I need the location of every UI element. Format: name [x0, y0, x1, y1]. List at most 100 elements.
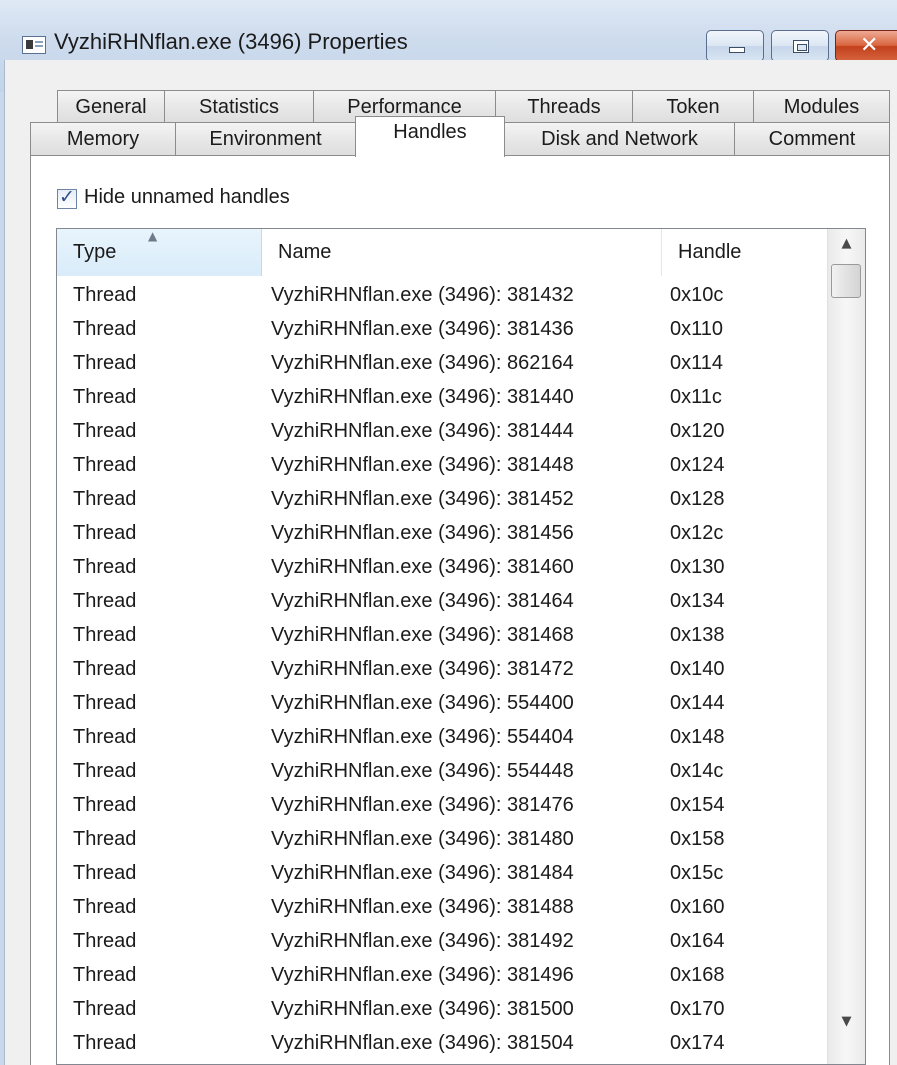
cell-name: VyzhiRHNflan.exe (3496): 381452	[271, 488, 574, 510]
tab-environment[interactable]: Environment	[175, 122, 356, 156]
tab-memory[interactable]: Memory	[30, 122, 176, 156]
checkmark-icon: ✓	[59, 186, 75, 208]
minimize-button[interactable]	[706, 30, 764, 62]
tab-comment[interactable]: Comment	[734, 122, 890, 156]
cell-handle: 0x148	[670, 726, 725, 748]
cell-name: VyzhiRHNflan.exe (3496): 381500	[271, 998, 574, 1020]
cell-handle: 0x168	[670, 964, 725, 986]
tab-statistics[interactable]: Statistics	[164, 90, 314, 123]
handles-rows: Thread VyzhiRHNflan.exe (3496): 381432 0x1…	[57, 279, 827, 1061]
table-row[interactable]: Thread VyzhiRHNflan.exe (3496): 381492 0x1…	[57, 925, 827, 959]
cell-name: VyzhiRHNflan.exe (3496): 381444	[271, 420, 574, 442]
cell-handle: 0x170	[670, 998, 725, 1020]
cell-type: Thread	[73, 794, 137, 816]
table-row[interactable]: Thread VyzhiRHNflan.exe (3496): 554448 0x1…	[57, 755, 827, 789]
maximize-icon	[793, 40, 809, 53]
cell-type: Thread	[73, 522, 137, 544]
table-row[interactable]: Thread VyzhiRHNflan.exe (3496): 381456 0x1…	[57, 517, 827, 551]
table-row[interactable]: Thread VyzhiRHNflan.exe (3496): 554404 0x1…	[57, 721, 827, 755]
tab-modules[interactable]: Modules	[753, 90, 890, 123]
handles-list[interactable]: ▲ Type Name Handle Thread VyzhiRHNflan.ex…	[56, 228, 866, 1065]
tab-token[interactable]: Token	[632, 90, 754, 123]
column-header-name[interactable]: Name	[262, 229, 662, 276]
cell-name: VyzhiRHNflan.exe (3496): 381436	[271, 318, 574, 340]
close-icon: ✕	[860, 33, 879, 58]
cell-type: Thread	[73, 352, 137, 374]
scroll-up-arrow-icon[interactable]: ▲	[828, 229, 865, 261]
table-row[interactable]: Thread VyzhiRHNflan.exe (3496): 862164 0x1…	[57, 347, 827, 381]
close-button[interactable]: ✕	[835, 30, 897, 62]
table-row[interactable]: Thread VyzhiRHNflan.exe (3496): 381464 0x1…	[57, 585, 827, 619]
table-row[interactable]: Thread VyzhiRHNflan.exe (3496): 381476 0x1…	[57, 789, 827, 823]
cell-handle: 0x12c	[670, 522, 724, 544]
cell-name: VyzhiRHNflan.exe (3496): 554448	[271, 760, 574, 782]
cell-handle: 0x130	[670, 556, 725, 578]
table-row[interactable]: Thread VyzhiRHNflan.exe (3496): 381432 0x1…	[57, 279, 827, 313]
cell-name: VyzhiRHNflan.exe (3496): 381460	[271, 556, 574, 578]
cell-type: Thread	[73, 624, 137, 646]
table-row[interactable]: Thread VyzhiRHNflan.exe (3496): 381444 0x1…	[57, 415, 827, 449]
tab-threads[interactable]: Threads	[495, 90, 633, 123]
cell-handle: 0x144	[670, 692, 725, 714]
cell-handle: 0x160	[670, 896, 725, 918]
cell-type: Thread	[73, 556, 137, 578]
cell-name: VyzhiRHNflan.exe (3496): 381492	[271, 930, 574, 952]
table-row[interactable]: Thread VyzhiRHNflan.exe (3496): 381504 0x1…	[57, 1027, 827, 1061]
column-header-handle[interactable]: Handle	[662, 229, 827, 276]
cell-type: Thread	[73, 284, 137, 306]
table-row[interactable]: Thread VyzhiRHNflan.exe (3496): 381460 0x1…	[57, 551, 827, 585]
scrollbar-thumb[interactable]	[831, 264, 861, 298]
table-row[interactable]: Thread VyzhiRHNflan.exe (3496): 381436 0x1…	[57, 313, 827, 347]
cell-name: VyzhiRHNflan.exe (3496): 554400	[271, 692, 574, 714]
table-row[interactable]: Thread VyzhiRHNflan.exe (3496): 381500 0x1…	[57, 993, 827, 1027]
cell-name: VyzhiRHNflan.exe (3496): 381484	[271, 862, 574, 884]
cell-type: Thread	[73, 964, 137, 986]
table-row[interactable]: Thread VyzhiRHNflan.exe (3496): 381472 0x1…	[57, 653, 827, 687]
cell-handle: 0x110	[670, 318, 724, 340]
cell-type: Thread	[73, 488, 137, 510]
table-row[interactable]: Thread VyzhiRHNflan.exe (3496): 381452 0x1…	[57, 483, 827, 517]
cell-type: Thread	[73, 930, 137, 952]
tab-handles[interactable]: Handles	[355, 116, 505, 157]
cell-name: VyzhiRHNflan.exe (3496): 381496	[271, 964, 574, 986]
cell-name: VyzhiRHNflan.exe (3496): 381456	[271, 522, 574, 544]
table-row[interactable]: Thread VyzhiRHNflan.exe (3496): 381488 0x1…	[57, 891, 827, 925]
vertical-scrollbar[interactable]: ▲ ▼	[827, 229, 865, 1064]
cell-type: Thread	[73, 760, 137, 782]
scroll-down-arrow-icon[interactable]: ▼	[828, 1007, 865, 1039]
table-row[interactable]: Thread VyzhiRHNflan.exe (3496): 381468 0x1…	[57, 619, 827, 653]
cell-type: Thread	[73, 420, 137, 442]
column-header-type[interactable]: ▲ Type	[57, 229, 262, 276]
window-title: VyzhiRHNflan.exe (3496) Properties	[54, 29, 408, 54]
cell-handle: 0x10c	[670, 284, 724, 306]
cell-type: Thread	[73, 1032, 137, 1054]
cell-type: Thread	[73, 862, 137, 884]
table-row[interactable]: Thread VyzhiRHNflan.exe (3496): 381496 0x1…	[57, 959, 827, 993]
cell-name: VyzhiRHNflan.exe (3496): 381476	[271, 794, 574, 816]
cell-name: VyzhiRHNflan.exe (3496): 381440	[271, 386, 574, 408]
cell-type: Thread	[73, 590, 137, 612]
hide-unnamed-checkbox[interactable]: ✓	[57, 186, 77, 209]
cell-handle: 0x124	[670, 454, 725, 476]
table-row[interactable]: Thread VyzhiRHNflan.exe (3496): 381480 0x1…	[57, 823, 827, 857]
maximize-button[interactable]	[771, 30, 829, 62]
window-app-icon[interactable]	[22, 36, 46, 54]
cell-name: VyzhiRHNflan.exe (3496): 381504	[271, 1032, 574, 1054]
tab-general[interactable]: General	[57, 90, 165, 123]
cell-name: VyzhiRHNflan.exe (3496): 381448	[271, 454, 574, 476]
table-row[interactable]: Thread VyzhiRHNflan.exe (3496): 381484 0x1…	[57, 857, 827, 891]
table-row[interactable]: Thread VyzhiRHNflan.exe (3496): 381448 0x1…	[57, 449, 827, 483]
cell-type: Thread	[73, 998, 137, 1020]
cell-handle: 0x128	[670, 488, 725, 510]
properties-window: VyzhiRHNflan.exe (3496) Properties ✕ Gen…	[0, 0, 897, 1065]
cell-type: Thread	[73, 454, 137, 476]
hide-unnamed-label[interactable]: Hide unnamed handles	[84, 186, 290, 209]
cell-handle: 0x174	[670, 1032, 725, 1054]
table-row[interactable]: Thread VyzhiRHNflan.exe (3496): 554400 0x1…	[57, 687, 827, 721]
table-row[interactable]: Thread VyzhiRHNflan.exe (3496): 381440 0x1…	[57, 381, 827, 415]
cell-type: Thread	[73, 828, 137, 850]
cell-type: Thread	[73, 692, 137, 714]
cell-name: VyzhiRHNflan.exe (3496): 862164	[271, 352, 574, 374]
cell-handle: 0x138	[670, 624, 725, 646]
tab-disk-and-network[interactable]: Disk and Network	[504, 122, 735, 156]
